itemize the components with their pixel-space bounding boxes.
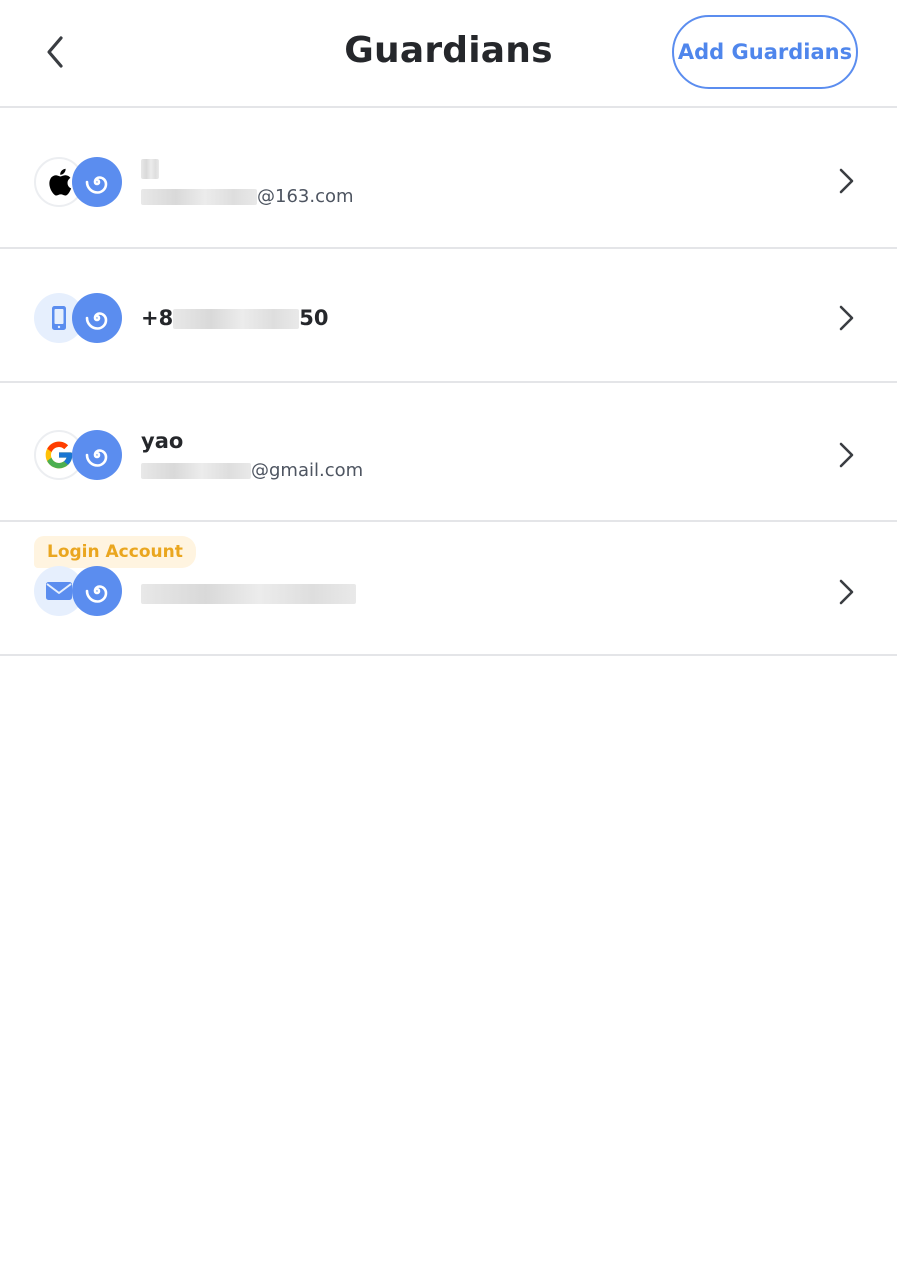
back-button[interactable] [30, 28, 78, 76]
add-guardians-button[interactable]: Add Guardians [672, 15, 858, 89]
chevron-left-icon [47, 36, 63, 68]
portkey-spiral-icon [72, 157, 122, 207]
guardian-icon-pair [34, 157, 124, 209]
chevron-right-icon [839, 168, 854, 194]
header-bar: Guardians Add Guardians [0, 0, 897, 108]
redacted-phone [173, 309, 300, 329]
login-account-badge: Login Account [34, 536, 196, 568]
guardian-item-email[interactable]: Login Account [0, 522, 897, 656]
guardian-icon-pair [34, 293, 124, 345]
email-suffix: @163.com [257, 186, 354, 207]
guardian-email: @163.com [141, 186, 354, 207]
phone-prefix: +8 [141, 306, 174, 330]
guardian-item-apple[interactable]: @163.com [0, 108, 897, 249]
phone-suffix: 50 [299, 306, 329, 330]
guardian-item-google[interactable]: yao @gmail.com [0, 383, 897, 522]
chevron-right-icon [839, 579, 854, 605]
portkey-spiral-icon [72, 430, 122, 480]
guardian-item-phone[interactable]: +8 50 [0, 249, 897, 383]
guardian-phone: +8 50 [141, 306, 328, 330]
redacted-name [141, 159, 159, 179]
chevron-right-icon [839, 305, 854, 331]
redacted-email [141, 463, 251, 479]
guardian-email [141, 581, 356, 605]
guardian-name [141, 156, 159, 180]
portkey-spiral-icon [72, 566, 122, 616]
chevron-right-icon [839, 442, 854, 468]
guardian-icon-pair [34, 430, 124, 482]
redacted-email [141, 584, 356, 604]
guardian-name: yao [141, 429, 184, 453]
guardian-email: @gmail.com [141, 460, 363, 481]
redacted-email [141, 189, 257, 205]
email-suffix: @gmail.com [251, 460, 364, 481]
guardian-icon-pair [34, 566, 124, 618]
portkey-spiral-icon [72, 293, 122, 343]
